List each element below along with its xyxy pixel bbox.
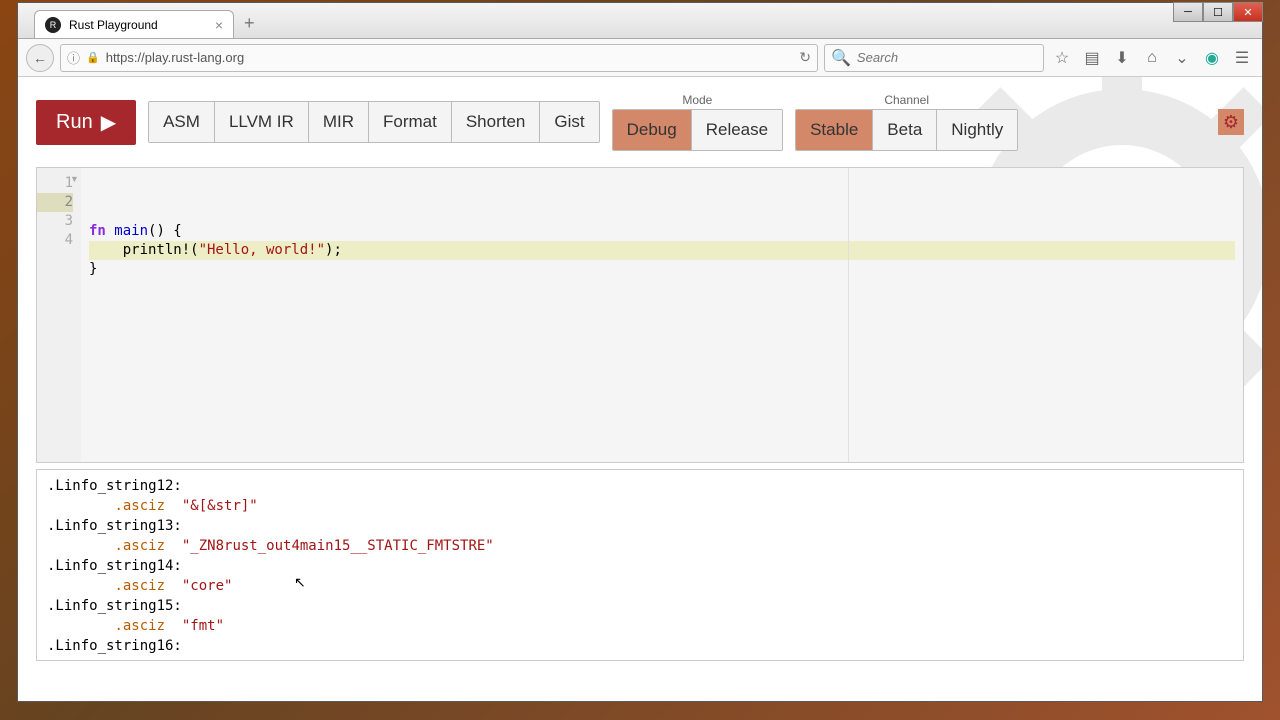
- home-icon[interactable]: ⌂: [1140, 46, 1164, 70]
- line-number: 1: [37, 174, 73, 193]
- reload-icon[interactable]: ↻: [799, 49, 811, 66]
- favicon-icon: R: [45, 17, 61, 33]
- output-line: .asciz "_ZN8rust_out4main15__STATIC_FMTS…: [47, 536, 1233, 556]
- back-button[interactable]: ←: [26, 44, 54, 72]
- browser-window: R Rust Playground × + ← ⓘ 🔒 ↻ 🔍 ☆ ▤ ⬇ ⌂ …: [17, 2, 1263, 702]
- search-icon: 🔍: [831, 48, 851, 68]
- code-line[interactable]: fn main() {: [89, 222, 1235, 241]
- close-button[interactable]: ✕: [1233, 2, 1263, 22]
- channel-beta-button[interactable]: Beta: [872, 110, 936, 150]
- print-margin: [848, 168, 849, 462]
- tab-strip: R Rust Playground × +: [18, 3, 1262, 39]
- page-content: Run ▶ ASMLLVM IRMIRFormatShortenGist Mod…: [18, 77, 1262, 701]
- channel-label: Channel: [884, 93, 929, 107]
- output-line: .asciz "fmt": [47, 616, 1233, 636]
- shorten-button[interactable]: Shorten: [451, 102, 540, 142]
- code-line[interactable]: }: [89, 260, 1235, 279]
- mode-group: Mode DebugRelease: [612, 93, 783, 151]
- output-panel[interactable]: .Linfo_string12: .asciz "&[&str]".Linfo_…: [36, 469, 1244, 661]
- output-line: .Linfo_string13:: [47, 516, 1233, 536]
- gist-button[interactable]: Gist: [539, 102, 598, 142]
- output-line: .Linfo_string15:: [47, 596, 1233, 616]
- run-label: Run: [56, 111, 93, 134]
- channel-buttons: StableBetaNightly: [795, 109, 1018, 151]
- line-number: 3: [37, 212, 73, 231]
- maximize-button[interactable]: ☐: [1203, 2, 1233, 22]
- bookmark-icon[interactable]: ☆: [1050, 46, 1074, 70]
- code-area[interactable]: fn main() { println!("Hello, world!");}: [81, 168, 1243, 462]
- tab-title: Rust Playground: [69, 18, 158, 32]
- fold-marker-icon[interactable]: ▼: [70, 174, 79, 184]
- output-line: .asciz "core": [47, 576, 1233, 596]
- mode-label: Mode: [682, 93, 712, 107]
- output-line: .Linfo_string14:: [47, 556, 1233, 576]
- playground-toolbar: Run ▶ ASMLLVM IRMIRFormatShortenGist Mod…: [18, 77, 1262, 151]
- line-number: 4: [37, 231, 73, 250]
- mir-button[interactable]: MIR: [308, 102, 368, 142]
- mode-debug-button[interactable]: Debug: [613, 110, 691, 150]
- channel-stable-button[interactable]: Stable: [796, 110, 872, 150]
- mode-release-button[interactable]: Release: [691, 110, 782, 150]
- download-icon[interactable]: ⬇: [1110, 46, 1134, 70]
- line-gutter: 1234: [37, 168, 81, 462]
- url-input[interactable]: [106, 50, 794, 65]
- llvm-ir-button[interactable]: LLVM IR: [214, 102, 308, 142]
- code-line[interactable]: println!("Hello, world!");: [89, 241, 1235, 260]
- output-line: .Linfo_string16:: [47, 636, 1233, 656]
- settings-gear-icon[interactable]: ⚙: [1218, 109, 1244, 135]
- play-icon: ▶: [101, 110, 116, 135]
- code-editor[interactable]: ▼ 1234 fn main() { println!("Hello, worl…: [36, 167, 1244, 463]
- pocket-icon[interactable]: ⌄: [1170, 46, 1194, 70]
- mode-buttons: DebugRelease: [612, 109, 783, 151]
- line-number: 2: [37, 193, 73, 212]
- minimize-button[interactable]: ─: [1173, 2, 1203, 22]
- output-line: .asciz "&[&str]": [47, 496, 1233, 516]
- window-controls: ─ ☐ ✕: [1173, 2, 1263, 22]
- tab-close-icon[interactable]: ×: [215, 17, 223, 33]
- run-button[interactable]: Run ▶: [36, 100, 136, 145]
- menu-icon[interactable]: ☰: [1230, 46, 1254, 70]
- search-input[interactable]: [857, 50, 1037, 65]
- extension-icon[interactable]: ◉: [1200, 46, 1224, 70]
- browser-tab[interactable]: R Rust Playground ×: [34, 10, 234, 38]
- channel-group: Channel StableBetaNightly: [795, 93, 1018, 151]
- channel-nightly-button[interactable]: Nightly: [936, 110, 1017, 150]
- asm-button[interactable]: ASM: [149, 102, 214, 142]
- library-icon[interactable]: ▤: [1080, 46, 1104, 70]
- lock-icon: 🔒: [86, 51, 100, 64]
- output-line: .Linfo_string12:: [47, 476, 1233, 496]
- search-box: 🔍: [824, 44, 1044, 72]
- format-button[interactable]: Format: [368, 102, 451, 142]
- new-tab-button[interactable]: +: [234, 9, 265, 38]
- action-buttons: ASMLLVM IRMIRFormatShortenGist: [148, 101, 600, 143]
- url-input-wrap: ⓘ 🔒 ↻: [60, 44, 818, 72]
- info-icon[interactable]: ⓘ: [67, 48, 80, 67]
- url-bar: ← ⓘ 🔒 ↻ 🔍 ☆ ▤ ⬇ ⌂ ⌄ ◉ ☰: [18, 39, 1262, 77]
